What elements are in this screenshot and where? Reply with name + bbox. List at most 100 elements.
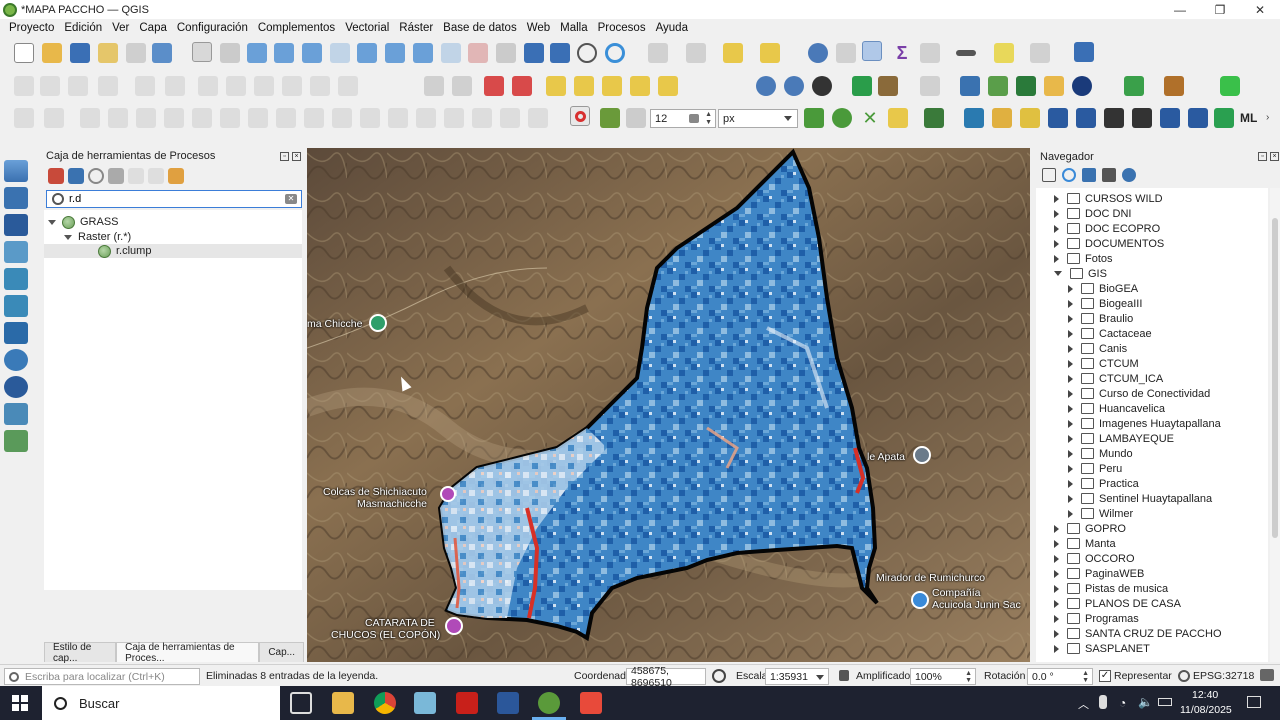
select-features-icon[interactable] <box>723 43 743 63</box>
snapping-mode-icon[interactable] <box>600 108 620 128</box>
delete-part-icon[interactable] <box>248 108 268 128</box>
history-icon[interactable] <box>88 168 104 184</box>
task-view-icon[interactable] <box>290 692 312 714</box>
clock-date[interactable]: 11/08/2025 <box>1180 704 1232 716</box>
plugin-cloud-icon[interactable] <box>1020 108 1040 128</box>
properties-icon[interactable] <box>1122 168 1136 182</box>
zoom-in-icon[interactable] <box>247 43 267 63</box>
zoom-native-icon[interactable] <box>385 43 405 63</box>
filter-browser-icon[interactable] <box>1082 168 1096 182</box>
browser-item[interactable]: GOPRO <box>1054 521 1126 536</box>
zoom-out-icon[interactable] <box>274 43 294 63</box>
plugin-edit2-icon[interactable] <box>1132 108 1152 128</box>
add-spatialite-icon[interactable] <box>4 295 28 317</box>
browser-item[interactable]: CURSOS WILD <box>1054 191 1163 206</box>
python-scripts-icon[interactable] <box>68 168 84 184</box>
search-field[interactable]: ✕ <box>46 190 302 208</box>
new-layer-icon[interactable] <box>4 430 28 452</box>
browser-item[interactable]: Huancavelica <box>1068 401 1165 416</box>
quickmapservices-icon[interactable] <box>852 76 872 96</box>
merge-attributes-icon[interactable] <box>416 108 436 128</box>
new-project-icon[interactable] <box>14 43 34 63</box>
layer-labeling-icon[interactable] <box>484 76 504 96</box>
ml-plugin-icon[interactable]: ML <box>1240 108 1260 128</box>
plugin-tool-icon[interactable] <box>878 76 898 96</box>
chevron-right-icon[interactable] <box>1068 284 1073 293</box>
clear-icon[interactable] <box>689 114 699 123</box>
browser-item[interactable]: DOCUMENTOS <box>1054 236 1164 251</box>
snapping-type-icon[interactable] <box>626 108 646 128</box>
messages-icon[interactable] <box>1260 669 1274 681</box>
chevron-right-icon[interactable] <box>1054 224 1059 233</box>
menu-edicion[interactable]: Edición <box>59 22 107 34</box>
battery-icon[interactable] <box>1158 698 1172 706</box>
qgis-taskbar-icon[interactable] <box>538 692 560 714</box>
render-checkbox[interactable]: ✓ <box>1099 670 1111 682</box>
move-label-icon[interactable] <box>574 76 594 96</box>
offset-symbols-icon[interactable] <box>472 108 492 128</box>
browser-item[interactable]: BioGEA <box>1068 281 1138 296</box>
app-icon[interactable] <box>414 692 436 714</box>
screen-recorder-icon[interactable] <box>580 692 602 714</box>
refresh-icon[interactable] <box>1062 168 1076 182</box>
simplify-icon[interactable] <box>108 108 128 128</box>
add-wms-layer-icon[interactable] <box>4 349 28 371</box>
chrome-icon[interactable] <box>374 692 396 714</box>
add-xyz-icon[interactable] <box>812 76 832 96</box>
browser-item[interactable]: PaginaWEB <box>1054 566 1144 581</box>
save-edits-icon[interactable] <box>68 76 88 96</box>
search-input[interactable] <box>69 193 269 205</box>
self-snapping-icon[interactable]: ✕ <box>860 108 880 128</box>
advanced-tracing-icon[interactable] <box>924 108 944 128</box>
bookmark-icon[interactable] <box>524 43 544 63</box>
advanced-digitizing-icon[interactable] <box>14 108 34 128</box>
magnifier-field[interactable]: 100% ▲ ▼ <box>910 668 976 685</box>
attributes-icon[interactable] <box>686 43 706 63</box>
chevron-right-icon[interactable] <box>1068 404 1073 413</box>
chevron-right-icon[interactable] <box>1068 344 1073 353</box>
chevron-right-icon[interactable] <box>1054 209 1059 218</box>
collapse-all-icon[interactable] <box>1102 168 1116 182</box>
add-virtual-layer-icon[interactable] <box>4 403 28 425</box>
chevron-right-icon[interactable] <box>1054 239 1059 248</box>
pin-labels-icon[interactable] <box>512 76 532 96</box>
plugin-tree-icon[interactable] <box>1124 76 1144 96</box>
chevron-right-icon[interactable] <box>1068 299 1073 308</box>
show-hide-labels-icon[interactable] <box>658 76 678 96</box>
tray-chevron-icon[interactable]: ︿ <box>1078 696 1089 712</box>
plugin-points-icon[interactable] <box>1048 108 1068 128</box>
toolbar-overflow-icon[interactable]: › <box>1266 108 1280 128</box>
show-bookmarks-icon[interactable] <box>550 43 570 63</box>
diagram-icon[interactable] <box>452 76 472 96</box>
add-selected-layers-icon[interactable] <box>1042 168 1056 182</box>
chevron-right-icon[interactable] <box>1054 629 1059 638</box>
add-delimited-text-icon[interactable] <box>4 241 28 263</box>
add-wms-icon[interactable] <box>756 76 776 96</box>
annotation-icon[interactable] <box>1030 43 1050 63</box>
scale-select[interactable]: 1:35931 <box>765 668 829 685</box>
plugin-edit3-icon[interactable] <box>1160 108 1180 128</box>
chevron-down-icon[interactable] <box>1054 271 1062 276</box>
save-project-icon[interactable] <box>70 43 90 63</box>
browser-item[interactable]: Imagenes Huaytapallana <box>1068 416 1221 431</box>
browser-item[interactable]: Manta <box>1054 536 1116 551</box>
georeferencer-icon[interactable] <box>988 76 1008 96</box>
browser-item[interactable]: GIS <box>1054 266 1107 281</box>
spin-icon[interactable]: ▲ ▼ <box>1082 670 1089 684</box>
delete-selected-icon[interactable] <box>198 76 218 96</box>
fill-ring-icon[interactable] <box>192 108 212 128</box>
add-postgis-icon[interactable] <box>4 322 28 344</box>
digitize-icon[interactable] <box>98 76 118 96</box>
options-icon[interactable] <box>168 168 184 184</box>
browser-item[interactable]: SANTA CRUZ DE PACCHO <box>1054 626 1222 641</box>
lock-scale-icon[interactable] <box>839 670 849 681</box>
close-panel-icon[interactable]: × <box>292 152 301 161</box>
tab-layer-styling[interactable]: Estilo de cap... <box>44 642 117 664</box>
open-project-icon[interactable] <box>42 43 62 63</box>
wifi-icon[interactable]: ◔ <box>1119 696 1126 710</box>
menu-ayuda[interactable]: Ayuda <box>651 22 693 34</box>
chevron-right-icon[interactable] <box>1054 644 1059 653</box>
zoom-next-icon[interactable] <box>441 43 461 63</box>
chevron-right-icon[interactable] <box>1054 584 1059 593</box>
file-explorer-icon[interactable] <box>332 692 354 714</box>
